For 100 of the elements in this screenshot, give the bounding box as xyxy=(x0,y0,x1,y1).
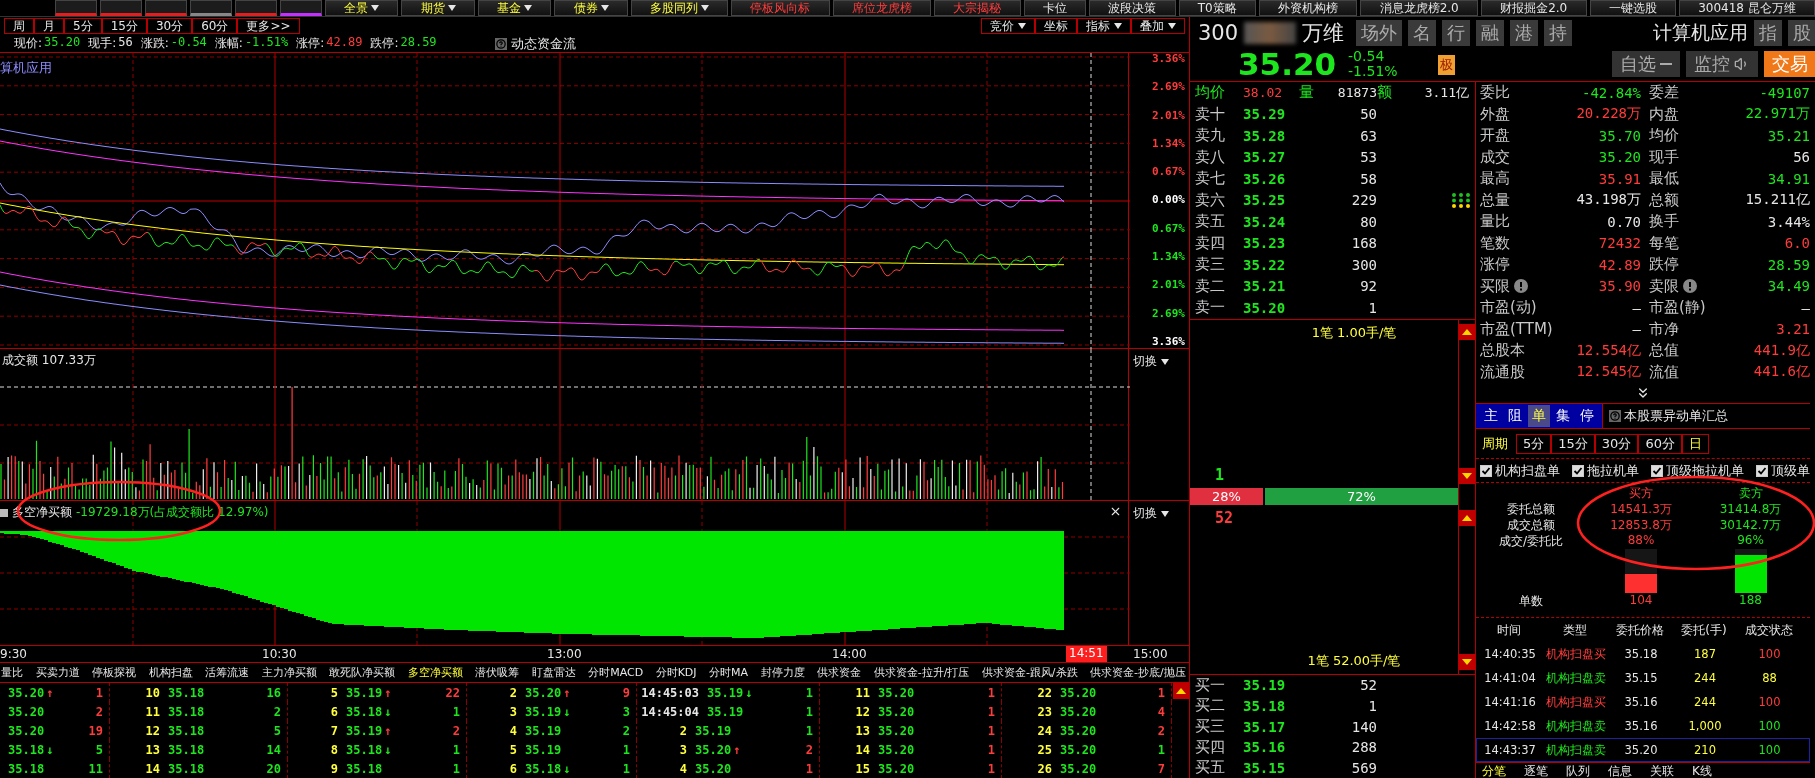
toolbar-button[interactable]: 波段决策 xyxy=(1089,0,1176,16)
toolbar-button[interactable]: 大宗揭秘 xyxy=(934,0,1021,16)
switch-button[interactable]: 切换 xyxy=(1133,353,1170,370)
info-badge[interactable]: 港 xyxy=(1510,19,1539,46)
signal-row[interactable]: 14:40:35 机构扫盘买 35.18 187 100 xyxy=(1476,642,1810,666)
toolbar-button[interactable]: 一键选股 xyxy=(1589,0,1676,16)
chart-tool-button[interactable]: 坐标 xyxy=(1035,18,1077,34)
bottom-tab[interactable]: K线 xyxy=(1692,763,1712,778)
toolbar-button[interactable]: 全景 xyxy=(325,0,399,16)
bottom-tab[interactable]: 分笔 xyxy=(1482,763,1506,778)
chart-tool-button[interactable]: 指标 xyxy=(1077,18,1131,34)
period-tab[interactable]: 60分 xyxy=(192,18,238,34)
indicator-tab[interactable]: 供求资金-拉升/打压 xyxy=(872,665,971,680)
toolbar-button[interactable] xyxy=(55,0,97,16)
toolbar-button[interactable]: 期货 xyxy=(401,0,475,16)
signal-row[interactable]: 14:42:58 机构扫盘卖 35.16 1,000 100 xyxy=(1476,714,1810,738)
period-tab[interactable]: 15分 xyxy=(101,18,147,34)
checkbox[interactable] xyxy=(1651,464,1663,477)
bottom-tab[interactable]: 逐笔 xyxy=(1524,763,1548,778)
indicator-tab[interactable]: 封停力度 xyxy=(759,665,806,680)
indicator-tab[interactable]: 分时MA xyxy=(708,665,750,680)
bottom-tab[interactable]: 队列 xyxy=(1566,763,1590,778)
period-button[interactable]: 日 xyxy=(1681,433,1709,454)
toolbar-button[interactable]: 债券 xyxy=(554,0,628,16)
monitor-tab[interactable]: 阻 xyxy=(1504,405,1526,427)
period-button[interactable]: 60分 xyxy=(1638,433,1682,454)
toolbar-button[interactable]: 外资机构榜 xyxy=(1258,0,1358,16)
signal-row[interactable]: 14:41:16 机构扫盘买 35.16 244 100 xyxy=(1476,690,1810,714)
toolbar-button[interactable] xyxy=(280,0,322,16)
switch-button[interactable]: 切换 xyxy=(1133,505,1170,522)
indicator-tab[interactable]: 活筹流速 xyxy=(204,665,251,680)
sector-button[interactable]: 股 xyxy=(1788,19,1815,46)
tick-index: 4 xyxy=(678,761,687,776)
signal-row[interactable]: 14:43:37 机构扫盘卖 35.20 210 100 xyxy=(1476,738,1810,762)
indicator-tab[interactable]: 量比 xyxy=(0,665,24,680)
indicator-tab[interactable]: 停板探视 xyxy=(91,665,138,680)
action-button[interactable]: 监控 xyxy=(1686,50,1758,77)
toolbar-button[interactable]: 消息龙虎榜2.0 xyxy=(1360,0,1478,16)
indicator-tab[interactable]: 敢死队净买额 xyxy=(328,665,397,680)
period-button[interactable]: 5分 xyxy=(1516,433,1552,454)
info-badge[interactable]: 名 xyxy=(1408,19,1437,46)
toolbar-button[interactable]: 300418 昆仑万维 xyxy=(1678,0,1815,16)
indicator-tab[interactable]: 供求资金-跟风/杀跌 xyxy=(980,665,1079,680)
toolbar-button[interactable] xyxy=(190,0,232,16)
checkbox[interactable] xyxy=(1480,464,1492,477)
sector-button[interactable]: 指 xyxy=(1754,19,1782,46)
monitor-tab[interactable]: 单 xyxy=(1528,405,1550,427)
checkbox[interactable] xyxy=(1756,464,1768,477)
info-badge[interactable]: 场外 xyxy=(1356,19,1403,46)
info-badge[interactable]: 持 xyxy=(1544,19,1573,46)
period-button[interactable]: 15分 xyxy=(1551,433,1595,454)
toolbar-button[interactable]: 停板风向标 xyxy=(731,0,830,16)
toolbar-button[interactable]: T0策略 xyxy=(1178,0,1256,16)
monitor-tab[interactable]: 主 xyxy=(1480,405,1502,427)
fund-flow-link[interactable]: 动态资金流 xyxy=(510,34,576,53)
indicator-tab[interactable]: 机构扫盘 xyxy=(147,665,194,680)
toolbar-button[interactable]: 席位龙虎榜 xyxy=(832,0,932,16)
period-tab[interactable]: 更多>> xyxy=(237,18,300,34)
signal-row[interactable]: 14:41:04 机构扫盘卖 35.15 244 88 xyxy=(1476,666,1810,690)
checkbox[interactable] xyxy=(1572,464,1584,477)
period-tab[interactable]: 周 xyxy=(4,18,34,34)
toolbar-button[interactable]: 多股同列 xyxy=(630,0,729,16)
monitor-tab[interactable]: 停 xyxy=(1576,405,1598,427)
indicator-tab[interactable]: 买卖力道 xyxy=(34,665,81,680)
indicator-tab[interactable]: 供求资金-抄底/抛压 xyxy=(1089,665,1187,680)
period-tab[interactable]: 5分 xyxy=(64,18,102,34)
axis-label: 3.36% xyxy=(1151,335,1185,348)
period-tab[interactable]: 30分 xyxy=(146,18,193,34)
toolbar-button[interactable] xyxy=(145,0,187,16)
scroll-down-icon[interactable] xyxy=(1459,654,1475,671)
toolbar-button[interactable]: 财报掘金2.0 xyxy=(1480,0,1587,16)
info-badge[interactable]: 融 xyxy=(1476,19,1505,46)
chart-tool-button[interactable]: 叠加 xyxy=(1131,18,1185,34)
action-button[interactable]: 自选 xyxy=(1612,50,1680,77)
period-tab[interactable]: 月 xyxy=(34,18,64,34)
period-button[interactable]: 30分 xyxy=(1594,433,1639,454)
toolbar-button[interactable] xyxy=(100,0,142,16)
indicator-tab[interactable]: 潜伏吸筹 xyxy=(474,665,521,680)
scroll-up-icon[interactable] xyxy=(1459,323,1475,340)
indicator-tab[interactable]: 多空净买额 xyxy=(406,665,464,680)
indicator-tab[interactable]: 盯盘雷达 xyxy=(530,665,577,680)
info-badge[interactable]: 行 xyxy=(1442,19,1471,46)
stat-value: 6.0 xyxy=(1784,235,1810,252)
dots-icon[interactable] xyxy=(1451,191,1471,209)
toolbar-button[interactable] xyxy=(235,0,277,16)
scroll-down-icon[interactable] xyxy=(1459,467,1475,484)
help-icon[interactable] xyxy=(1609,410,1621,422)
chart-tool-button[interactable]: 竞价 xyxy=(981,18,1035,34)
help-icon[interactable] xyxy=(494,37,507,50)
indicator-tab[interactable]: 主力净买额 xyxy=(260,665,318,680)
indicator-tab[interactable]: 分时KDJ xyxy=(654,665,698,680)
toolbar-button[interactable]: 卡位 xyxy=(1023,0,1087,16)
bottom-tab[interactable]: 关联 xyxy=(1650,763,1674,778)
indicator-tab[interactable]: 供求资金 xyxy=(816,665,863,680)
scroll-up-icon[interactable] xyxy=(1459,509,1475,526)
quote-label: 涨幅: xyxy=(214,35,243,52)
indicator-tab[interactable]: 分时MACD xyxy=(587,665,645,680)
bottom-tab[interactable]: 信息 xyxy=(1608,763,1632,778)
toolbar-button[interactable]: 基金 xyxy=(477,0,552,16)
monitor-tab[interactable]: 集 xyxy=(1552,405,1574,427)
